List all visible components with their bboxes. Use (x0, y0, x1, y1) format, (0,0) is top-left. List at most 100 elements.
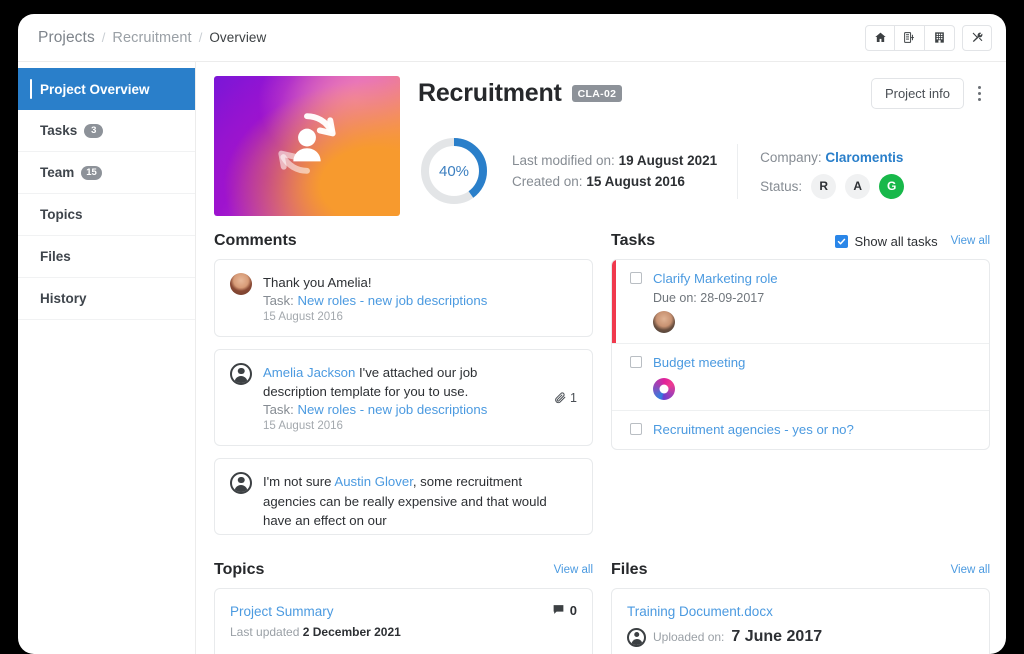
comment-author-link[interactable]: Amelia Jackson (263, 365, 355, 380)
comment-card: Amelia Jackson I've attached our job des… (214, 349, 593, 446)
sidebar-item-history[interactable]: History (18, 278, 195, 320)
recruitment-icon (269, 106, 345, 187)
sidebar-item-files[interactable]: Files (18, 236, 195, 278)
file-name-link[interactable]: Training Document.docx (627, 604, 773, 619)
org-chart-icon-button[interactable] (895, 25, 925, 51)
app-window: Projects / Recruitment / Overview (18, 14, 1006, 654)
building-icon (933, 31, 946, 44)
show-all-tasks-label: Show all tasks (854, 234, 937, 249)
top-bar: Projects / Recruitment / Overview (18, 14, 1006, 62)
topic-card: Project Summary Last updated 2 December … (214, 588, 593, 654)
comments-header: Comments (214, 232, 593, 250)
tools-icon-button[interactable] (962, 25, 992, 51)
topic-name-link[interactable]: Project Summary (230, 604, 334, 619)
tools-icon (971, 31, 984, 44)
status-badge-red[interactable]: R (811, 174, 836, 199)
comment-mention-link[interactable]: Austin Glover (334, 474, 412, 489)
last-modified-label: Last modified on: (512, 153, 615, 168)
building-icon-button[interactable] (925, 25, 955, 51)
status-row: Status: R A G (760, 174, 904, 199)
status-badge-amber[interactable]: A (845, 174, 870, 199)
comment-card: I'm not sure Austin Glover, some recruit… (214, 458, 593, 534)
file-uploaded-label: Uploaded on: (653, 630, 724, 644)
company-link[interactable]: Claromentis (825, 150, 903, 165)
project-meta: 40% Last modified on: 19 August 2021 Cre… (418, 135, 990, 207)
project-thumbnail (214, 76, 400, 216)
breadcrumb-separator-2: / (199, 30, 203, 45)
main-content: Recruitment CLA-02 Project info (196, 62, 1006, 654)
file-uploaded-value: 7 June 2017 (731, 628, 822, 646)
topic-comment-count: 0 (552, 603, 577, 619)
sidebar-item-tasks[interactable]: Tasks 3 (18, 110, 195, 152)
tasks-view-all-link[interactable]: View all (951, 235, 990, 247)
task-assignee-avatar (653, 311, 675, 333)
task-name-link[interactable]: Recruitment agencies - yes or no? (653, 422, 854, 437)
status-badge-green[interactable]: G (879, 174, 904, 199)
topics-view-all-link[interactable]: View all (554, 564, 593, 576)
breadcrumb-projects[interactable]: Projects (38, 29, 95, 47)
sidebar-item-label: Tasks (40, 123, 77, 138)
comment-text-before: I'm not sure (263, 474, 334, 489)
sidebar-item-team[interactable]: Team 15 (18, 152, 195, 194)
project-header: Recruitment CLA-02 Project info (214, 76, 990, 216)
company-line: Company: Claromentis (760, 150, 904, 165)
comment-task: Task: New roles - new job descriptions (263, 293, 577, 308)
home-icon-button[interactable] (865, 25, 895, 51)
comment-bubble-icon (552, 603, 565, 619)
topic-last-updated: Last updated 2 December 2021 (230, 625, 401, 639)
project-dates: Last modified on: 19 August 2021 Created… (490, 147, 737, 195)
sidebar-item-topics[interactable]: Topics (18, 194, 195, 236)
file-card: Training Document.docx Uploaded on: 7 Ju… (611, 588, 990, 654)
last-modified-value: 19 August 2021 (619, 153, 718, 168)
breadcrumb: Projects / Recruitment / Overview (38, 29, 266, 47)
show-all-tasks-toggle[interactable]: Show all tasks (835, 234, 937, 249)
files-title: Files (611, 561, 647, 579)
comment-task-link[interactable]: New roles - new job descriptions (297, 402, 487, 417)
checkbox-checked-icon[interactable] (835, 235, 848, 248)
task-row: Recruitment agencies - yes or no? (612, 411, 989, 449)
sidebar-item-label: Project Overview (40, 82, 150, 97)
topic-last-updated-label: Last updated (230, 625, 299, 639)
content-columns: Comments Thank you Amelia! Task: New rol… (214, 232, 990, 547)
comment-task-link[interactable]: New roles - new job descriptions (297, 293, 487, 308)
comment-text: Amelia Jackson I've attached our job des… (263, 363, 535, 401)
sidebar-item-label: History (40, 291, 87, 306)
project-actions: Project info (871, 78, 990, 109)
last-modified-line: Last modified on: 19 August 2021 (512, 153, 717, 168)
sidebar-item-label: Files (40, 249, 71, 264)
project-info-button[interactable]: Project info (871, 78, 964, 109)
comment-task-label: Task: (263, 293, 294, 308)
topics-section: Topics View all Project Summary Last upd… (214, 561, 593, 654)
tasks-header: Tasks Show all tasks View all (611, 232, 990, 250)
tasks-list: Clarify Marketing role Due on: 28-09-201… (611, 259, 990, 450)
sidebar-item-project-overview[interactable]: Project Overview (18, 68, 195, 110)
attachment-count[interactable]: 1 (546, 363, 577, 432)
task-name-link[interactable]: Budget meeting (653, 355, 745, 370)
company-label: Company: (760, 150, 822, 165)
status-label: Status: (760, 179, 802, 194)
more-options-icon[interactable] (968, 80, 990, 108)
attachment-count-label: 1 (570, 391, 577, 405)
top-bar-icon-group (865, 25, 992, 51)
breadcrumb-overview[interactable]: Overview (209, 30, 266, 45)
created-on-line: Created on: 15 August 2016 (512, 174, 717, 189)
topics-header: Topics View all (214, 561, 593, 579)
files-header: Files View all (611, 561, 990, 579)
task-assignee-avatar (653, 378, 675, 400)
avatar (230, 273, 252, 295)
task-name-link[interactable]: Clarify Marketing role (653, 271, 778, 286)
tasks-section: Tasks Show all tasks View all (611, 232, 990, 547)
task-due-date: Due on: 28-09-2017 (653, 291, 778, 305)
progress-ring: 40% (418, 135, 490, 207)
project-company-status: Company: Claromentis Status: R A G (737, 144, 924, 199)
breadcrumb-separator-1: / (102, 30, 106, 45)
files-view-all-link[interactable]: View all (951, 564, 990, 576)
comment-task: Task: New roles - new job descriptions (263, 402, 535, 417)
task-checkbox[interactable] (630, 423, 642, 435)
task-checkbox[interactable] (630, 356, 642, 368)
task-checkbox[interactable] (630, 272, 642, 284)
comment-text: Thank you Amelia! (263, 273, 577, 292)
file-uploaded-row: Uploaded on: 7 June 2017 (627, 628, 974, 647)
org-chart-icon (903, 31, 916, 44)
breadcrumb-recruitment[interactable]: Recruitment (112, 30, 191, 46)
